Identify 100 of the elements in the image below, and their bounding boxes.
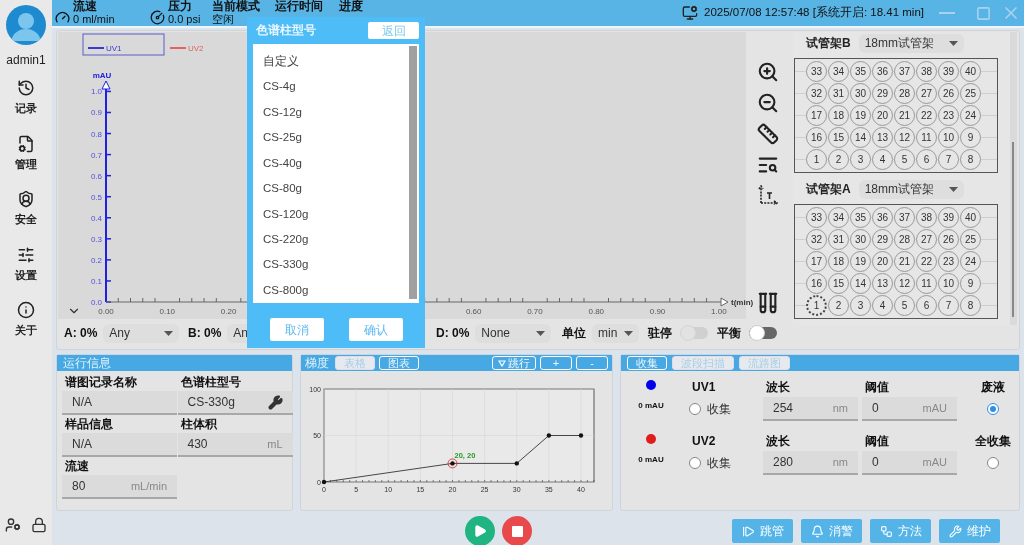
tube-well[interactable]: 10 xyxy=(938,273,959,294)
tube-well[interactable]: 28 xyxy=(894,229,915,250)
tube-well[interactable]: 2 xyxy=(828,149,849,170)
nav-item[interactable]: 安全 xyxy=(15,190,37,228)
tube-well[interactable]: 12 xyxy=(894,127,915,148)
tube-well[interactable]: 15 xyxy=(828,273,849,294)
tube-well[interactable]: 22 xyxy=(916,251,937,272)
nav-item[interactable]: 关于 xyxy=(15,301,37,339)
toggle-switch[interactable] xyxy=(749,327,777,339)
data-point[interactable] xyxy=(514,461,519,466)
tube-well[interactable]: 32 xyxy=(806,229,827,250)
list-option[interactable]: 自定义 xyxy=(263,49,409,75)
dropdown[interactable]: min xyxy=(592,323,639,343)
nav-item[interactable]: 管理 xyxy=(15,134,37,172)
tube-well[interactable]: 5 xyxy=(894,149,915,170)
tube-well[interactable]: 14 xyxy=(850,273,871,294)
tube-well[interactable]: 40 xyxy=(960,207,981,228)
tube-well[interactable]: 4 xyxy=(872,149,893,170)
scrollbar-thumb[interactable] xyxy=(1012,142,1014,317)
tube-well[interactable]: 20 xyxy=(872,251,893,272)
tube-well[interactable]: 12 xyxy=(894,273,915,294)
tube-well[interactable]: 17 xyxy=(806,105,827,126)
tube-well[interactable]: 11 xyxy=(916,127,937,148)
zoom-in-icon[interactable] xyxy=(757,61,779,83)
list-option[interactable]: CS-25g xyxy=(263,125,409,151)
input-field[interactable]: 430 mL xyxy=(177,433,293,457)
tube-well[interactable]: 24 xyxy=(960,251,981,272)
input-field[interactable]: 280 nm xyxy=(763,451,858,475)
tube-well[interactable]: 33 xyxy=(806,207,827,228)
tube-well[interactable]: 39 xyxy=(938,207,959,228)
tube-well[interactable]: 27 xyxy=(916,83,937,104)
stop-button[interactable] xyxy=(502,516,532,545)
tube-well[interactable]: 14 xyxy=(850,127,871,148)
tube-well[interactable]: 26 xyxy=(938,83,959,104)
tube-well[interactable]: 35 xyxy=(850,207,871,228)
input-field[interactable]: 80 mL/min xyxy=(62,475,177,499)
radio-button[interactable] xyxy=(987,403,999,415)
wrench-icon[interactable] xyxy=(267,394,283,410)
radio-button[interactable] xyxy=(689,457,701,469)
tube-well[interactable]: 19 xyxy=(850,251,871,272)
tube-well[interactable]: 27 xyxy=(916,229,937,250)
tube-well[interactable]: 16 xyxy=(806,127,827,148)
input-field[interactable]: 254 nm xyxy=(763,397,858,421)
tube-well[interactable]: 17 xyxy=(806,251,827,272)
tube-well[interactable]: 30 xyxy=(850,229,871,250)
list-option[interactable]: CS-120g xyxy=(263,201,409,227)
tube-well[interactable]: 23 xyxy=(938,105,959,126)
list-option[interactable]: CS-800g xyxy=(263,277,409,304)
tube-well[interactable]: 36 xyxy=(872,207,893,228)
scrollbar-thumb[interactable] xyxy=(409,46,417,299)
ruler-icon[interactable] xyxy=(757,123,779,145)
tube-well[interactable]: 28 xyxy=(894,83,915,104)
tube-well[interactable]: 36 xyxy=(872,61,893,82)
tube-well[interactable]: 9 xyxy=(960,273,981,294)
tube-well[interactable]: 35 xyxy=(850,61,871,82)
input-field[interactable]: 0 mAU xyxy=(862,451,957,475)
tube-well[interactable]: 25 xyxy=(960,83,981,104)
tube-well[interactable]: 15 xyxy=(828,127,849,148)
input-field[interactable]: N/A xyxy=(62,433,177,457)
tube-well[interactable]: 3 xyxy=(850,295,871,316)
tube-well[interactable]: 34 xyxy=(828,61,849,82)
tube-well[interactable]: 2 xyxy=(828,295,849,316)
tube-well[interactable]: 20 xyxy=(872,105,893,126)
zoom-out-icon[interactable] xyxy=(757,92,779,114)
list-option[interactable]: CS-4g xyxy=(263,74,409,100)
test-tubes-icon[interactable] xyxy=(757,292,779,314)
tube-well[interactable]: 5 xyxy=(894,295,915,316)
tube-well[interactable]: 8 xyxy=(960,149,981,170)
tube-well[interactable]: 31 xyxy=(828,229,849,250)
tube-well[interactable]: 33 xyxy=(806,61,827,82)
axes-icon[interactable] xyxy=(758,185,778,205)
tube-well[interactable]: 4 xyxy=(872,295,893,316)
tube-well[interactable]: 26 xyxy=(938,229,959,250)
data-point[interactable] xyxy=(321,479,327,485)
tube-well[interactable]: 6 xyxy=(916,149,937,170)
nav-item[interactable]: 记录 xyxy=(15,79,37,117)
list-option[interactable]: CS-12g xyxy=(263,99,409,126)
dropdown[interactable]: 18mm试管架 xyxy=(858,179,964,199)
tube-well[interactable]: 21 xyxy=(894,105,915,126)
tube-well[interactable]: 29 xyxy=(872,229,893,250)
tube-well[interactable]: 13 xyxy=(872,127,893,148)
data-point[interactable] xyxy=(578,433,584,438)
tube-well[interactable]: 8 xyxy=(960,295,981,316)
legend-item[interactable]: UV1 xyxy=(82,33,165,56)
tube-well[interactable]: 32 xyxy=(806,83,827,104)
tube-well[interactable]: 3 xyxy=(850,149,871,170)
tube-well[interactable]: 1 xyxy=(806,295,827,316)
tube-well[interactable]: 7 xyxy=(938,295,959,316)
dropdown[interactable]: Any xyxy=(103,323,180,343)
tube-well[interactable]: 23 xyxy=(938,251,959,272)
input-field[interactable]: CS-330g xyxy=(177,391,293,415)
tube-well[interactable]: 13 xyxy=(872,273,893,294)
tube-well[interactable]: 19 xyxy=(850,105,871,126)
tube-well[interactable]: 22 xyxy=(916,105,937,126)
tube-well[interactable]: 21 xyxy=(894,251,915,272)
tube-well[interactable]: 38 xyxy=(916,61,937,82)
dropdown[interactable]: 18mm试管架 xyxy=(858,33,964,53)
tube-well[interactable]: 37 xyxy=(894,61,915,82)
tube-well[interactable]: 25 xyxy=(960,229,981,250)
tube-well[interactable]: 39 xyxy=(938,61,959,82)
